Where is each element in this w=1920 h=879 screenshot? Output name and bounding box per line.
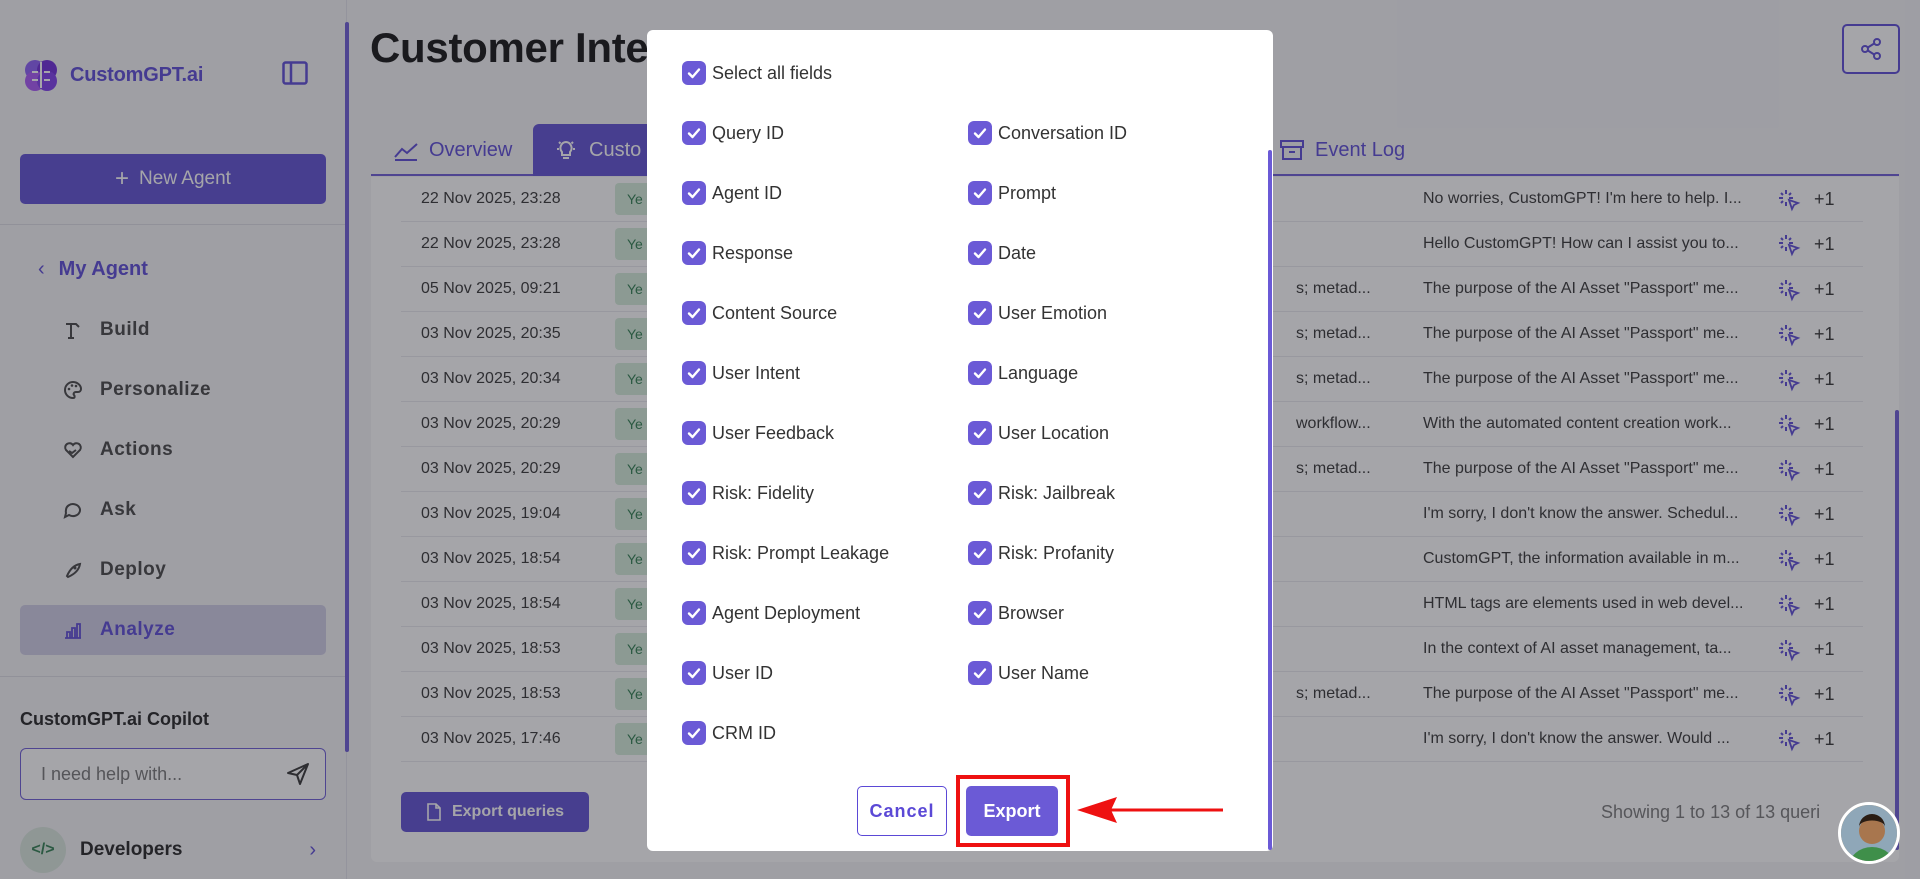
checkbox-label: Select all fields xyxy=(712,62,833,83)
checkbox-checked-icon[interactable] xyxy=(968,241,992,265)
field-checkbox[interactable]: Agent Deployment xyxy=(682,601,860,625)
field-checkbox[interactable]: Risk: Jailbreak xyxy=(968,481,1115,505)
checkbox-checked-icon[interactable] xyxy=(968,601,992,625)
cancel-button[interactable]: Cancel xyxy=(857,786,947,836)
export-fields-modal: Select all fields Query ID Conversation ID… xyxy=(647,30,1273,851)
checkbox-label: Date xyxy=(998,242,1037,263)
field-checkbox[interactable]: User Location xyxy=(968,421,1109,445)
field-checkbox[interactable]: Response xyxy=(682,241,793,265)
checkbox-label: Risk: Prompt Leakage xyxy=(712,542,890,563)
checkbox-checked-icon[interactable] xyxy=(968,181,992,205)
checkbox-label: User Intent xyxy=(712,362,801,383)
checkbox-label: Response xyxy=(712,242,794,263)
checkbox-checked-icon[interactable] xyxy=(682,721,706,745)
checkbox-label: User Feedback xyxy=(712,422,835,443)
checkbox-label: Conversation ID xyxy=(998,122,1128,143)
highlight-box xyxy=(956,775,1070,847)
field-checkbox[interactable]: User Intent xyxy=(682,361,800,385)
field-checkbox[interactable]: Risk: Fidelity xyxy=(682,481,814,505)
field-checkbox[interactable]: Conversation ID xyxy=(968,121,1127,145)
field-checkbox[interactable]: User Emotion xyxy=(968,301,1107,325)
field-checkbox[interactable]: User Feedback xyxy=(682,421,834,445)
checkbox-label: Prompt xyxy=(998,182,1057,203)
checkbox-checked-icon[interactable] xyxy=(968,361,992,385)
checkbox-checked-icon[interactable] xyxy=(968,481,992,505)
field-checkbox[interactable]: Risk: Profanity xyxy=(968,541,1114,565)
field-checkbox[interactable]: Content Source xyxy=(682,301,837,325)
checkbox-checked-icon[interactable] xyxy=(682,421,706,445)
checkbox-checked-icon[interactable] xyxy=(682,481,706,505)
checkbox-label: User ID xyxy=(712,662,774,683)
checkbox-label: User Name xyxy=(998,662,1090,683)
checkbox-checked-icon[interactable] xyxy=(682,241,706,265)
user-avatar[interactable] xyxy=(1838,802,1900,864)
checkbox-checked-icon[interactable] xyxy=(682,661,706,685)
field-checkbox[interactable]: Agent ID xyxy=(682,181,782,205)
field-checkbox[interactable]: Query ID xyxy=(682,121,784,145)
checkbox-checked-icon[interactable] xyxy=(682,361,706,385)
checkbox-checked-icon[interactable] xyxy=(682,301,706,325)
checkbox-checked-icon[interactable] xyxy=(968,541,992,565)
checkbox-label: Language xyxy=(998,362,1079,383)
checkbox-checked-icon[interactable] xyxy=(968,421,992,445)
checkbox-label: Agent ID xyxy=(712,182,783,203)
checkbox-label: Agent Deployment xyxy=(712,602,861,623)
field-checkbox[interactable]: Browser xyxy=(968,601,1064,625)
checkbox-label: Risk: Jailbreak xyxy=(998,482,1116,503)
field-checkbox[interactable]: User Name xyxy=(968,661,1089,685)
checkbox-label: CRM ID xyxy=(712,722,776,743)
checkbox-checked-icon[interactable] xyxy=(968,301,992,325)
field-checkbox[interactable]: CRM ID xyxy=(682,721,776,745)
field-checkbox[interactable]: Prompt xyxy=(968,181,1056,205)
checkbox-label: User Location xyxy=(998,422,1110,443)
checkbox-label: User Emotion xyxy=(998,302,1108,323)
modal-scrollbar[interactable] xyxy=(1268,150,1272,850)
checkbox-label: Risk: Fidelity xyxy=(712,482,815,503)
field-checkbox[interactable]: Language xyxy=(968,361,1078,385)
field-checkbox[interactable]: User ID xyxy=(682,661,773,685)
checkbox-checked-icon[interactable] xyxy=(682,61,706,85)
field-checkbox[interactable]: Date xyxy=(968,241,1036,265)
checkbox-label: Risk: Profanity xyxy=(998,542,1115,563)
checkbox-checked-icon[interactable] xyxy=(968,121,992,145)
checkbox-label: Browser xyxy=(998,602,1065,623)
checkbox-label: Query ID xyxy=(712,122,785,143)
checkbox-checked-icon[interactable] xyxy=(682,121,706,145)
checkbox-checked-icon[interactable] xyxy=(968,661,992,685)
checkbox-label: Content Source xyxy=(712,302,838,323)
select-all-checkbox[interactable]: Select all fields xyxy=(682,61,832,85)
checkbox-checked-icon[interactable] xyxy=(682,181,706,205)
annotation-arrow-icon xyxy=(1077,797,1223,823)
field-checkbox[interactable]: Risk: Prompt Leakage xyxy=(682,541,889,565)
checkbox-checked-icon[interactable] xyxy=(682,541,706,565)
checkbox-checked-icon[interactable] xyxy=(682,601,706,625)
